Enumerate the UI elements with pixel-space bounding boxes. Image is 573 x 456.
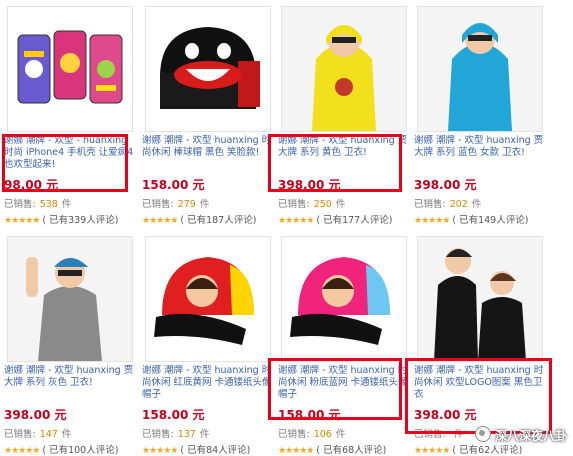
sold-count: 已销售: 279 件 [142, 199, 210, 210]
product-title-link[interactable]: 谢娜 潮牌 - 欢型 huanxing 贾大牌 系列 黄色 卫衣! [278, 135, 408, 171]
product-image-yellow-hoodie[interactable] [281, 6, 407, 132]
product-title-link[interactable]: 谢娜 潮牌 - 欢型 huanxing 贾大牌 系列 灰色 卫衣! [4, 365, 134, 401]
review-count-link[interactable]: ( 已有68人评论) [316, 445, 386, 456]
rating: ★★★★★( 已有177人评论) [278, 212, 392, 226]
star-rating-icon: ★★★★★ [414, 216, 450, 226]
watermark: 深八深夜八卦 [474, 426, 567, 444]
product-price: 98.00 元 [4, 178, 59, 192]
sold-count: 已销售: 202 件 [414, 199, 482, 210]
product-price: 158.00 元 [142, 408, 205, 422]
sold-count: 已销售: 538 件 [4, 199, 72, 210]
product-title-link[interactable]: 谢娜 潮牌 - 欢型 huanxing 时尚休闲 粉底蓝网 卡通镂纸头像帽子 [278, 365, 408, 401]
star-rating-icon: ★★★★★ [4, 446, 40, 456]
review-count-link[interactable]: ( 已有149人评论) [452, 215, 528, 226]
product-title-link[interactable]: 谢娜 潮牌 - 欢型 huanxing 时尚休闲 棒球帽 黑色 笑脸款! [142, 135, 272, 171]
product-image-gray-hoodie[interactable] [7, 236, 133, 362]
product-price: 158.00 元 [142, 178, 205, 192]
product-price: 158.00 元 [278, 408, 341, 422]
review-count-link[interactable]: ( 已有62人评论) [452, 445, 522, 456]
product-image-blue-hoodie[interactable] [417, 6, 543, 132]
star-rating-icon: ★★★★★ [278, 216, 314, 226]
product-title-link[interactable]: 谢娜 潮牌 - 欢型 - huanxing 时尚 iPhone4 手机壳 让爱疯… [4, 135, 134, 171]
sold-count: 已销售: 106 件 [278, 429, 346, 440]
sold-count: 已销售: 件 [414, 429, 464, 440]
product-image-phone-cases[interactable] [7, 6, 133, 132]
rating: ★★★★★( 已有339人评论) [4, 212, 118, 226]
product-price: 398.00 元 [278, 178, 341, 192]
product-title-link[interactable]: 谢娜 潮牌 - 欢型 huanxing 时尚休闲 红底黄网 卡通镂纸头像帽子 [142, 365, 272, 401]
wechat-icon [474, 426, 491, 442]
sold-count: 已销售: 147 件 [4, 429, 72, 440]
sold-count: 已销售: 137 件 [142, 429, 210, 440]
product-image-black-cap[interactable] [145, 6, 271, 132]
star-rating-icon: ★★★★★ [414, 446, 450, 456]
star-rating-icon: ★★★★★ [142, 216, 178, 226]
product-title-link[interactable]: 谢娜 潮牌 - 欢型 huanxing 时尚休闲 欢型LOGO图案 黑色卫衣 [414, 365, 544, 401]
rating: ★★★★★( 已有149人评论) [414, 212, 528, 226]
star-rating-icon: ★★★★★ [278, 446, 314, 456]
product-price: 398.00 元 [414, 408, 477, 422]
product-price: 398.00 元 [4, 408, 67, 422]
product-image-black-hoodie[interactable] [417, 236, 543, 362]
review-count-link[interactable]: ( 已有177人评论) [316, 215, 392, 226]
product-image-pink-cap[interactable] [281, 236, 407, 362]
review-count-link[interactable]: ( 已有339人评论) [42, 215, 118, 226]
product-image-red-cap[interactable] [145, 236, 271, 362]
star-rating-icon: ★★★★★ [4, 216, 40, 226]
rating: ★★★★★( 已有187人评论) [142, 212, 256, 226]
review-count-link[interactable]: ( 已有187人评论) [180, 215, 256, 226]
product-title-link[interactable]: 谢娜 潮牌 - 欢型 huanxing 贾大牌 系列 蓝色 女款 卫衣! [414, 135, 544, 171]
review-count-link[interactable]: ( 已有84人评论) [180, 445, 250, 456]
star-rating-icon: ★★★★★ [142, 446, 178, 456]
review-count-link[interactable]: ( 已有100人评论) [42, 445, 118, 456]
product-price: 398.00 元 [414, 178, 477, 192]
sold-count: 已销售: 250 件 [278, 199, 346, 210]
